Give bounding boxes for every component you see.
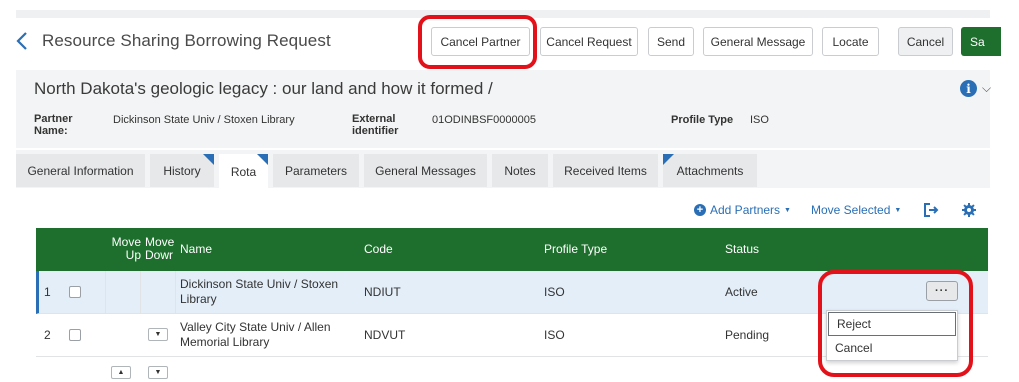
gear-icon[interactable] <box>960 201 978 219</box>
external-identifier-label: External identifier <box>352 113 399 137</box>
tab-indicator-icon <box>203 154 214 165</box>
table-header: Move Up Move Dowr Name Code Profile Type… <box>36 228 988 271</box>
page-title: Resource Sharing Borrowing Request <box>42 31 331 50</box>
partner-name-cell: Valley City State Univ / Allen Memorial … <box>180 320 331 349</box>
tab-indicator-icon <box>663 154 674 165</box>
column-header-move-up: Move Up <box>111 235 141 262</box>
column-divider <box>105 271 106 314</box>
partner-name-value: Dickinson State Univ / Stoxen Library <box>113 114 295 126</box>
add-partners-label: Add Partners <box>710 203 781 217</box>
row-checkbox[interactable] <box>69 329 81 341</box>
profile-type-cell: ISO <box>544 328 565 342</box>
record-title: North Dakota's geologic legacy : our lan… <box>34 79 493 98</box>
table-row[interactable]: 1 Dickinson State Univ / Stoxen Library … <box>36 271 988 314</box>
move-selected-label: Move Selected <box>811 203 891 217</box>
tab-attachments-label: Attachments <box>676 163 744 178</box>
status-cell: Pending <box>725 328 770 342</box>
caret-down-icon: ▼ <box>784 206 791 214</box>
column-header-profile-type: Profile Type <box>544 242 608 256</box>
tab-general-information[interactable]: General Information <box>16 154 145 187</box>
status-cell: Active <box>725 285 758 299</box>
external-identifier-value: 01ODINBSF0000005 <box>432 114 536 126</box>
cancel-partner-button[interactable]: Cancel Partner <box>431 27 530 56</box>
tab-history[interactable]: History <box>150 154 214 187</box>
top-strip <box>16 10 990 18</box>
row-number: 1 <box>44 285 51 299</box>
partner-name-label: Partner Name: <box>34 113 73 137</box>
tab-notes[interactable]: Notes <box>492 154 548 187</box>
tab-received-items[interactable]: Received Items <box>553 154 658 187</box>
move-down-button[interactable]: ▼ <box>148 366 168 379</box>
tab-attachments[interactable]: Attachments <box>663 154 757 187</box>
cancel-button[interactable]: Cancel <box>898 27 953 56</box>
tab-parameters[interactable]: Parameters <box>273 154 359 187</box>
menu-item-cancel[interactable]: Cancel <box>827 336 957 360</box>
column-header-name: Name <box>180 242 213 256</box>
tab-rota[interactable]: Rota <box>219 154 268 189</box>
save-button[interactable]: Sa <box>961 27 1001 56</box>
move-selected-dropdown[interactable]: Move Selected ▼ <box>811 203 901 217</box>
row-actions-menu: Reject Cancel <box>826 310 958 361</box>
row-number: 2 <box>44 328 51 342</box>
add-partners-dropdown[interactable]: + Add Partners ▼ <box>694 203 791 217</box>
row-checkbox[interactable] <box>69 286 81 298</box>
move-down-button[interactable]: ▼ <box>148 328 168 341</box>
profile-type-value: ISO <box>750 114 769 126</box>
column-header-status: Status <box>725 242 760 256</box>
tab-general-messages[interactable]: General Messages <box>364 154 487 187</box>
menu-item-reject[interactable]: Reject <box>828 312 956 336</box>
general-message-button[interactable]: General Message <box>703 27 813 56</box>
collapse-chevron-icon[interactable]: ⌵ <box>982 81 991 96</box>
column-header-move-down: Move Dowr <box>145 236 175 262</box>
locate-button[interactable]: Locate <box>822 27 879 56</box>
column-divider <box>175 271 176 314</box>
caret-down-icon: ▼ <box>894 206 902 214</box>
send-button[interactable]: Send <box>648 27 694 56</box>
tab-indicator-icon <box>257 154 268 165</box>
tab-rota-label: Rota <box>230 164 257 179</box>
profile-type-cell: ISO <box>544 285 565 299</box>
cancel-request-button[interactable]: Cancel Request <box>540 27 638 56</box>
column-divider <box>140 271 141 314</box>
back-chevron-icon[interactable] <box>14 30 32 52</box>
export-icon[interactable] <box>922 201 940 219</box>
profile-type-label: Profile Type <box>671 114 734 126</box>
code-cell: NDIUT <box>364 285 401 299</box>
tab-history-label: History <box>163 163 201 178</box>
plus-circle-icon: + <box>694 204 706 216</box>
partner-name-cell: Dickinson State Univ / Stoxen Library <box>180 277 339 306</box>
row-actions-more-button[interactable]: ··· <box>926 281 958 301</box>
info-icon[interactable]: i <box>960 80 977 97</box>
move-up-button[interactable]: ▲ <box>111 366 131 379</box>
code-cell: NDVUT <box>364 328 406 342</box>
column-header-code: Code <box>364 242 393 256</box>
